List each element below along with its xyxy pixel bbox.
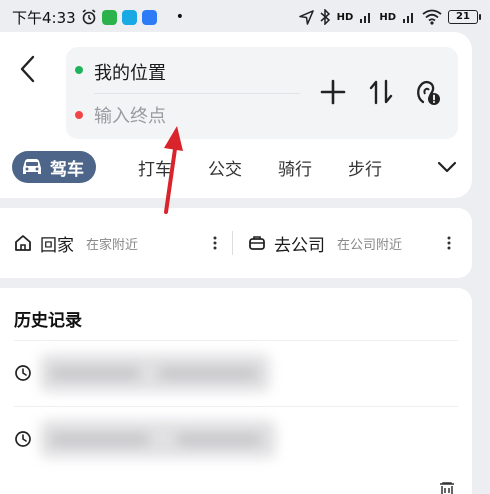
start-location[interactable]: 我的位置	[94, 59, 166, 85]
telegram-app-icon	[121, 9, 137, 25]
history-item[interactable]	[0, 412, 472, 468]
status-time: 下午4:33	[12, 8, 76, 27]
battery-icon: 21	[448, 10, 481, 24]
history-blurred-text	[40, 420, 276, 458]
tab-cycling[interactable]: 骑行	[278, 155, 312, 180]
status-bar: 下午4:33 • HD HD 21	[0, 0, 490, 34]
go-work-shortcut[interactable]: 去公司 在公司附近	[248, 208, 402, 278]
go-home-shortcut[interactable]: 回家 在家附近	[14, 208, 138, 278]
tab-transit[interactable]: 公交	[208, 155, 242, 180]
back-button[interactable]	[16, 54, 40, 84]
alarm-icon	[82, 9, 96, 25]
clear-history-icon[interactable]	[438, 482, 456, 494]
clock-icon	[15, 431, 31, 447]
home-icon	[15, 235, 31, 251]
history-title: 历史记录	[14, 311, 82, 331]
history-blurred-text	[40, 354, 270, 392]
go-work-sub: 在公司附近	[337, 237, 403, 253]
car-icon	[23, 159, 41, 174]
signal-hd-label: HD	[336, 11, 354, 23]
expand-modes-button[interactable]	[436, 156, 458, 178]
wechat-app-icon	[101, 9, 117, 25]
tab-driving[interactable]: 驾车	[12, 151, 96, 183]
add-waypoint-button[interactable]	[318, 77, 348, 107]
travel-mode-tabs: 驾车 打车 公交 骑行 步行	[12, 150, 418, 184]
shortcuts-divider	[232, 231, 233, 255]
destination-input[interactable]	[94, 103, 294, 129]
location-arrow-icon	[298, 9, 314, 25]
swap-route-button[interactable]	[366, 77, 396, 107]
tab-taxi[interactable]: 打车	[138, 155, 172, 180]
briefcase-icon	[249, 236, 265, 250]
history-card: 历史记录	[0, 288, 472, 494]
bluetooth-icon	[320, 9, 330, 25]
home-more-icon[interactable]	[212, 234, 218, 252]
go-home-label: 回家	[40, 235, 74, 256]
wifi-icon	[422, 9, 442, 25]
route-divider	[94, 93, 300, 94]
clock-icon	[15, 365, 31, 381]
go-work-label: 去公司	[274, 235, 325, 256]
shortcuts-card: 回家 在家附近 去公司 在公司附近	[0, 208, 472, 278]
end-dot	[75, 111, 83, 119]
maps-app-icon	[141, 9, 157, 25]
route-input-box: 我的位置	[66, 47, 458, 139]
signal-icon	[360, 13, 371, 23]
voice-input-button[interactable]	[412, 77, 442, 107]
tab-walking[interactable]: 步行	[348, 155, 382, 180]
signal-hd-label-2: HD	[379, 11, 396, 23]
route-card: 我的位置 驾车 打车 公交 骑行 步行	[0, 32, 472, 198]
work-more-icon[interactable]	[446, 234, 452, 252]
history-divider	[14, 406, 458, 407]
notification-dot-icon: •	[175, 9, 184, 25]
go-home-sub: 在家附近	[86, 237, 139, 253]
history-divider	[14, 340, 458, 341]
tab-driving-label: 驾车	[50, 159, 84, 180]
history-item[interactable]	[0, 346, 472, 402]
start-dot	[75, 66, 83, 74]
signal-icon-2	[403, 13, 413, 23]
